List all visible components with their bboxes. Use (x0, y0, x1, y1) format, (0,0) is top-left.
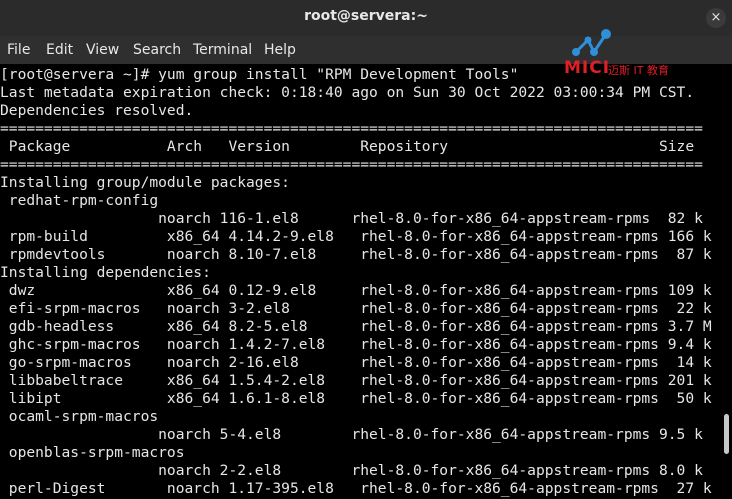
terminal-line: Installing group/module packages: (0, 174, 290, 191)
menu-view[interactable]: View (86, 42, 119, 58)
terminal-line: Installing dependencies: (0, 264, 211, 281)
terminal-line: [root@servera ~]# yum group install "RPM… (0, 66, 519, 83)
terminal-line: ocaml-srpm-macros (0, 408, 159, 425)
scrollbar-thumb[interactable] (724, 414, 729, 454)
terminal-line: rpmdevtools noarch 8.10-7.el8 rhel-8.0-f… (0, 246, 712, 263)
close-button[interactable]: × (706, 8, 726, 28)
menu-file[interactable]: File (7, 42, 30, 58)
terminal-line: dwz x86_64 0.12-9.el8 rhel-8.0-for-x86_6… (0, 282, 712, 299)
menu-edit[interactable]: Edit (46, 42, 73, 58)
terminal-line: gdb-headless x86_64 8.2-5.el8 rhel-8.0-f… (0, 318, 712, 335)
terminal-line: noarch 2-2.el8 rhel-8.0-for-x86_64-appst… (0, 462, 703, 479)
mici-logo: MICI 迈斯 IT 教育 (558, 24, 708, 78)
logo-brand-text: MICI (564, 58, 611, 78)
terminal-output[interactable]: [root@servera ~]# yum group install "RPM… (0, 64, 720, 499)
terminal-line: ghc-srpm-macros noarch 1.4.2-7.el8 rhel-… (0, 336, 712, 353)
menu-help[interactable]: Help (264, 42, 296, 58)
terminal-line: ========================================… (0, 156, 703, 173)
logo-sub-text: 迈斯 IT 教育 (608, 64, 669, 77)
terminal-line: redhat-rpm-config (0, 192, 159, 209)
menu-search[interactable]: Search (133, 42, 181, 58)
terminal-line: libbabeltrace x86_64 1.5.4-2.el8 rhel-8.… (0, 372, 712, 389)
terminal-line: noarch 5-4.el8 rhel-8.0-for-x86_64-appst… (0, 426, 703, 443)
window-title: root@servera:~ (304, 8, 428, 24)
terminal-line: noarch 116-1.el8 rhel-8.0-for-x86_64-app… (0, 210, 703, 227)
terminal-line: Package Arch Version Repository Size (0, 138, 695, 155)
terminal-line: go-srpm-macros noarch 2-16.el8 rhel-8.0-… (0, 354, 712, 371)
terminal-line: ========================================… (0, 120, 703, 137)
terminal-line: rpm-build x86_64 4.14.2-9.el8 rhel-8.0-f… (0, 228, 712, 245)
terminal-line: Last metadata expiration check: 0:18:40 … (0, 84, 695, 101)
terminal-line: Dependencies resolved. (0, 102, 194, 119)
terminal-line: perl-Digest noarch 1.17-395.el8 rhel-8.0… (0, 480, 712, 497)
terminal-line: libipt x86_64 1.6.1-8.el8 rhel-8.0-for-x… (0, 390, 712, 407)
terminal-line: efi-srpm-macros noarch 3-2.el8 rhel-8.0-… (0, 300, 712, 317)
menu-terminal[interactable]: Terminal (193, 42, 252, 58)
terminal-line: openblas-srpm-macros (0, 444, 185, 461)
